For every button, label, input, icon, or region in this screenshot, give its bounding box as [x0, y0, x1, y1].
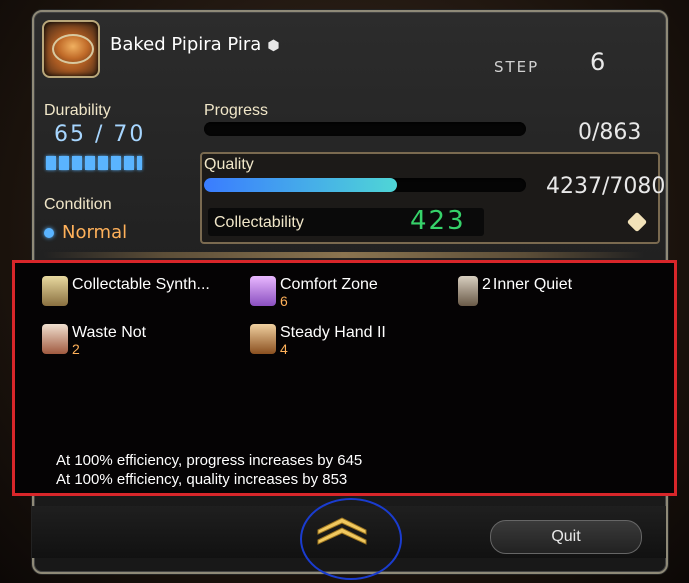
status-stack: 4: [280, 341, 288, 357]
durability-pip: [124, 156, 134, 170]
quality-efficiency-line: At 100% efficiency, quality increases by…: [56, 471, 348, 488]
durability-pip: [59, 156, 69, 170]
status-stack: 2: [72, 341, 80, 357]
durability-gauge: [46, 156, 142, 170]
steady-hand-ii-icon: [250, 324, 276, 354]
quit-button[interactable]: Quit: [490, 520, 642, 554]
condition-text: Normal: [62, 222, 128, 243]
divider: [44, 252, 644, 258]
condition-value: Normal: [44, 222, 127, 243]
condition-label: Condition: [44, 196, 112, 213]
durability-pip: [85, 156, 95, 170]
comfort-zone-icon: [250, 276, 276, 306]
quality-value: 4237/7080: [546, 174, 666, 199]
status-name: Inner Quiet: [492, 276, 573, 293]
status-name: Collectable Synth...: [72, 276, 210, 293]
status-waste-not[interactable]: Waste Not 2: [42, 324, 146, 356]
durability-separator: /: [95, 122, 105, 147]
status-stack: 6: [280, 293, 288, 309]
durability-pip: [98, 156, 108, 170]
step-label: STEP: [494, 58, 540, 76]
item-icon: [42, 20, 100, 78]
collectability-label: Collectability: [214, 214, 304, 231]
condition-orb-icon: [44, 228, 54, 238]
dish-icon: [52, 34, 94, 64]
inner-quiet-icon: [458, 276, 478, 306]
durability-current: 65: [54, 122, 86, 147]
status-name: Comfort Zone: [280, 276, 378, 293]
quality-bar: [204, 178, 526, 192]
durability-pip: [137, 156, 142, 170]
durability-value: 65 / 70: [54, 122, 145, 147]
annotation-circle: [300, 498, 402, 580]
quality-label: Quality: [204, 156, 254, 173]
status-collectable-synthesis[interactable]: Collectable Synth...: [42, 276, 210, 306]
quality-bar-fill: [204, 178, 397, 192]
item-name-text: Baked Pipira Pira: [110, 34, 262, 55]
collectability-value: 423: [410, 206, 466, 236]
progress-value: 0/863: [578, 120, 642, 145]
status-name: Steady Hand II: [280, 324, 386, 341]
status-stack: 2: [482, 276, 491, 293]
step-value: 6: [590, 48, 606, 76]
collectable-synthesis-icon: [42, 276, 68, 306]
durability-max: 70: [113, 122, 146, 147]
status-comfort-zone[interactable]: Comfort Zone 6: [250, 276, 378, 308]
status-steady-hand-ii[interactable]: Steady Hand II 4: [250, 324, 386, 356]
durability-label: Durability: [44, 102, 111, 119]
collectable-icon: ⬢: [267, 38, 280, 54]
item-name: Baked Pipira Pira ⬢: [110, 34, 280, 55]
progress-label: Progress: [204, 102, 269, 119]
progress-efficiency-line: At 100% efficiency, progress increases b…: [56, 452, 363, 469]
status-name: Waste Not: [72, 324, 147, 341]
durability-pip: [111, 156, 121, 170]
waste-not-icon: [42, 324, 68, 354]
durability-pip: [72, 156, 82, 170]
progress-bar: [204, 122, 526, 136]
status-inner-quiet[interactable]: 2 Inner Quiet: [458, 276, 572, 306]
durability-pip: [46, 156, 56, 170]
